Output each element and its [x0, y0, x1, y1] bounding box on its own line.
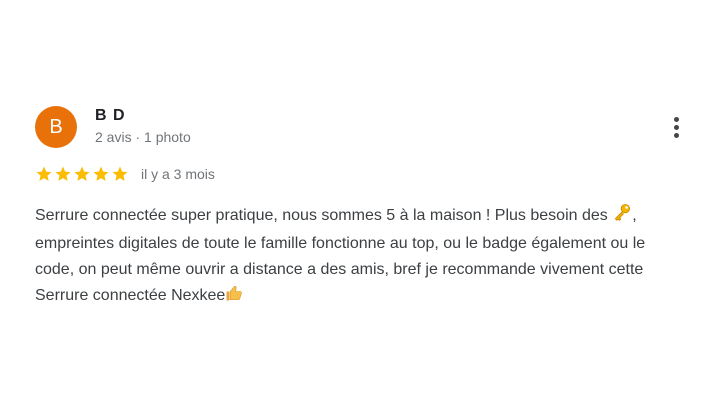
more-options-button[interactable]: [662, 113, 690, 141]
star-icon: [112, 166, 128, 181]
author-meta: 2 avis · 1 photo: [95, 129, 191, 145]
more-vert-icon-dot: [673, 132, 679, 138]
review-text: Serrure connectée super pratique, nous s…: [35, 202, 685, 311]
star-icon: [74, 166, 90, 181]
more-vert-icon-dot: [673, 124, 679, 130]
review-date: il y a 3 mois: [141, 166, 215, 182]
star-icon: [93, 166, 109, 181]
key-icon: [612, 202, 632, 231]
thumbs-up-icon: [225, 284, 243, 311]
avatar[interactable]: B: [35, 106, 77, 148]
star-rating: [35, 165, 129, 183]
more-vert-icon: [673, 116, 679, 122]
review-text-part1: Serrure connectée super pratique, nous s…: [35, 207, 613, 224]
star-icon: [55, 166, 71, 181]
author-name[interactable]: B D: [95, 107, 126, 125]
review-card: B B D 2 avis · 1 photo il y a 3 mois Ser…: [0, 0, 720, 405]
star-icon: [36, 166, 52, 181]
rating-row: il y a 3 mois: [35, 164, 215, 184]
